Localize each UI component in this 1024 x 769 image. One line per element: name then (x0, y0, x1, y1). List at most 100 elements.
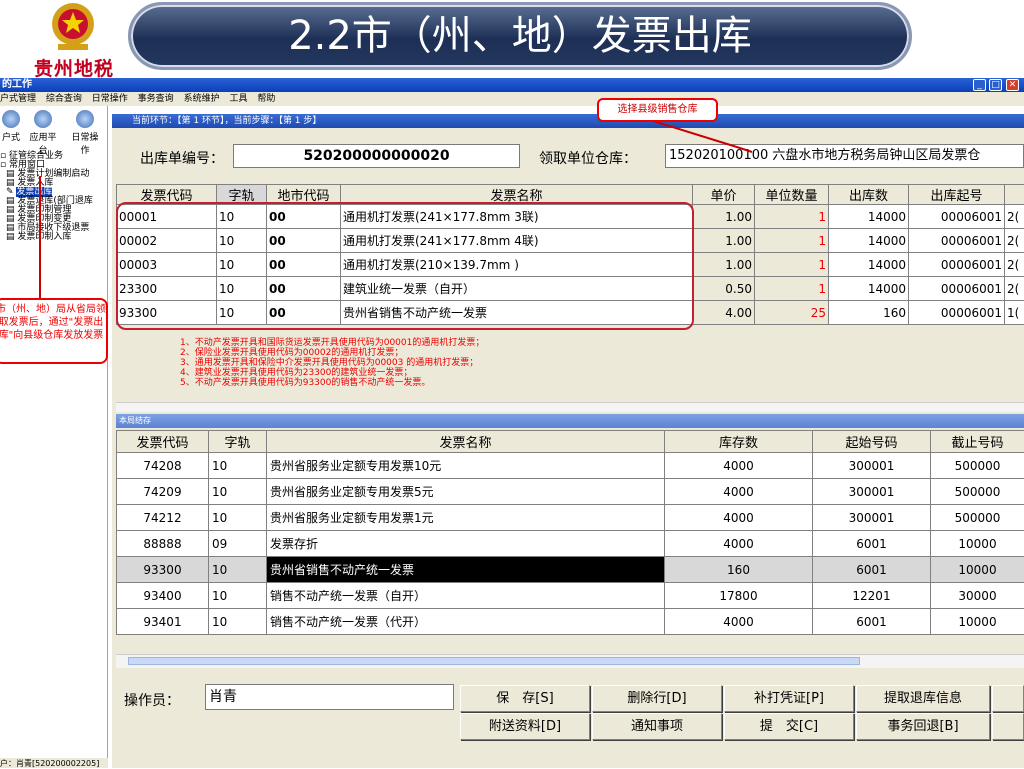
table-cell[interactable]: 00006001 (909, 205, 1005, 229)
table-cell[interactable]: 00006001 (909, 229, 1005, 253)
horizontal-scrollbar[interactable] (116, 402, 1024, 412)
table-cell[interactable]: 2( (1005, 253, 1024, 277)
table-cell[interactable]: 4000 (665, 479, 813, 505)
table-cell[interactable]: 4000 (665, 505, 813, 531)
table-cell[interactable]: 4000 (665, 531, 813, 557)
table-cell[interactable]: 2( (1005, 229, 1024, 253)
table-cell[interactable]: 0.50 (693, 277, 755, 301)
table-cell[interactable]: 1 (755, 277, 829, 301)
table-row[interactable]: 9340010销售不动产统一发票（自开）178001220130000 (117, 583, 1024, 609)
column-header[interactable]: 出库数 (829, 185, 909, 205)
table-cell[interactable]: 74212 (117, 505, 209, 531)
warehouse-field[interactable]: 152020100100 六盘水市地方税务局钟山区局发票仓 (665, 144, 1024, 168)
menu-item[interactable]: 工具 (229, 94, 247, 104)
table-cell[interactable]: 300001 (813, 453, 931, 479)
column-header[interactable]: 字轨 (209, 431, 267, 453)
menu-item[interactable]: 事务查询 (138, 94, 174, 104)
menu-item[interactable]: 户式管理 (0, 94, 36, 104)
menu-item[interactable]: 日常操作 (92, 94, 128, 104)
menu-item[interactable]: 综合查询 (46, 94, 82, 104)
table-cell[interactable]: 1 (755, 253, 829, 277)
table-cell[interactable]: 14000 (829, 229, 909, 253)
table-cell[interactable]: 00006001 (909, 277, 1005, 301)
operator-field[interactable]: 肖青 (205, 684, 454, 710)
table-cell[interactable]: 10 (209, 479, 267, 505)
table-cell[interactable]: 4.00 (693, 301, 755, 325)
table-cell[interactable]: 4000 (665, 453, 813, 479)
table-cell[interactable]: 2( (1005, 277, 1024, 301)
table-cell[interactable]: 2( (1005, 205, 1024, 229)
table-row[interactable]: 9340110销售不动产统一发票（代开）4000600110000 (117, 609, 1024, 635)
table-cell[interactable]: 14000 (829, 277, 909, 301)
table-cell[interactable]: 160 (665, 557, 813, 583)
extra-button[interactable] (992, 685, 1024, 712)
save-button[interactable]: 保 存[S] (460, 685, 590, 712)
delete-row-button[interactable]: 删除行[D] (592, 685, 722, 712)
table-cell[interactable]: 4000 (665, 609, 813, 635)
table-cell[interactable]: 贵州省服务业定额专用发票1元 (267, 505, 665, 531)
table-cell[interactable]: 销售不动产统一发票（代开） (267, 609, 665, 635)
minimize-button[interactable]: _ (973, 79, 986, 91)
table-cell[interactable]: 贵州省销售不动产统一发票 (267, 557, 665, 583)
table-cell[interactable]: 88888 (117, 531, 209, 557)
tree-item[interactable]: ▤ 发票印制入库 (0, 233, 108, 242)
column-header[interactable]: 单位数量 (755, 185, 829, 205)
column-header[interactable]: 发票代码 (117, 431, 209, 453)
column-header[interactable]: 截止号码 (931, 431, 1024, 453)
table-cell[interactable]: 74208 (117, 453, 209, 479)
table-cell[interactable]: 贵州省服务业定额专用发票5元 (267, 479, 665, 505)
table-cell[interactable]: 93401 (117, 609, 209, 635)
table-cell[interactable]: 1( (1005, 301, 1024, 325)
table-cell[interactable]: 6001 (813, 531, 931, 557)
table-cell[interactable]: 1 (755, 229, 829, 253)
table-cell[interactable]: 10000 (931, 609, 1024, 635)
column-header[interactable]: 单价 (693, 185, 755, 205)
table-cell[interactable]: 00006001 (909, 253, 1005, 277)
table-cell[interactable]: 500000 (931, 453, 1024, 479)
table-cell[interactable]: 1.00 (693, 205, 755, 229)
table-row[interactable]: 8888809发票存折4000600110000 (117, 531, 1024, 557)
column-header[interactable]: 出库起号 (909, 185, 1005, 205)
toolbar-item[interactable]: 应用平台 (26, 108, 60, 156)
table-row[interactable]: 7420810贵州省服务业定额专用发票10元4000300001500000 (117, 453, 1024, 479)
close-button[interactable]: ✕ (1006, 79, 1019, 91)
column-header[interactable] (1005, 185, 1024, 205)
table-cell[interactable]: 160 (829, 301, 909, 325)
table-cell[interactable]: 10 (209, 557, 267, 583)
menu-item[interactable]: 系统维护 (184, 94, 220, 104)
notice-button[interactable]: 通知事项 (592, 713, 722, 740)
maximize-button[interactable]: □ (989, 79, 1002, 91)
menu-item[interactable]: 帮助 (257, 94, 275, 104)
toolbar-item[interactable]: 日常操作 (68, 108, 102, 156)
order-number-field[interactable]: 520200000000020 (233, 144, 520, 168)
table-cell[interactable]: 6001 (813, 609, 931, 635)
column-header[interactable]: 库存数 (665, 431, 813, 453)
table-cell[interactable]: 10000 (931, 531, 1024, 557)
scrollbar-thumb[interactable] (128, 657, 860, 665)
table-cell[interactable]: 500000 (931, 505, 1024, 531)
table-cell[interactable]: 30000 (931, 583, 1024, 609)
table-cell[interactable]: 00006001 (909, 301, 1005, 325)
table-cell[interactable]: 74209 (117, 479, 209, 505)
submit-button[interactable]: 提 交[C] (724, 713, 854, 740)
table-cell[interactable]: 09 (209, 531, 267, 557)
table-cell[interactable]: 17800 (665, 583, 813, 609)
column-header[interactable]: 发票名称 (267, 431, 665, 453)
table-cell[interactable]: 93300 (117, 557, 209, 583)
table-cell[interactable]: 发票存折 (267, 531, 665, 557)
table-cell[interactable]: 销售不动产统一发票（自开） (267, 583, 665, 609)
table-cell[interactable]: 10 (209, 505, 267, 531)
table-cell[interactable]: 10000 (931, 557, 1024, 583)
table-cell[interactable]: 300001 (813, 479, 931, 505)
table-cell[interactable]: 10 (209, 453, 267, 479)
table-cell[interactable]: 12201 (813, 583, 931, 609)
table-cell[interactable]: 14000 (829, 205, 909, 229)
column-header[interactable]: 起始号码 (813, 431, 931, 453)
extra-button[interactable] (992, 713, 1024, 740)
table-cell[interactable]: 500000 (931, 479, 1024, 505)
fetch-return-info-button[interactable]: 提取退库信息 (856, 685, 990, 712)
table-cell[interactable]: 10 (209, 583, 267, 609)
table-row[interactable]: 9330010贵州省销售不动产统一发票160600110000 (117, 557, 1024, 583)
reprint-voucher-button[interactable]: 补打凭证[P] (724, 685, 854, 712)
table-cell[interactable]: 25 (755, 301, 829, 325)
